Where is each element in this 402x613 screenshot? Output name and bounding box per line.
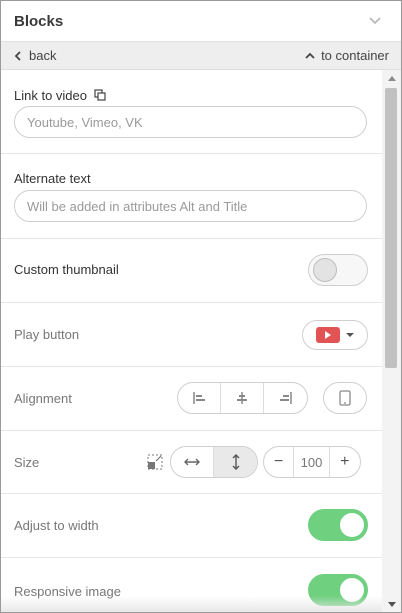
- panel-header[interactable]: Blocks: [1, 1, 401, 41]
- fit-height-icon: [232, 454, 239, 470]
- align-left-icon: [193, 392, 205, 404]
- scrollbar-thumb[interactable]: [385, 88, 397, 368]
- scroll-down-arrow-icon[interactable]: [388, 602, 396, 607]
- alt-text-input[interactable]: [14, 190, 367, 222]
- adjust-to-width-section: Adjust to width: [1, 494, 382, 558]
- size-section: Size − 100 +: [1, 431, 382, 494]
- custom-thumbnail-toggle[interactable]: [308, 254, 368, 286]
- align-right-button[interactable]: [264, 383, 307, 413]
- to-container-label: to container: [321, 48, 389, 63]
- fit-width-button[interactable]: [171, 447, 214, 477]
- custom-thumbnail-section: Custom thumbnail: [1, 239, 382, 303]
- video-link-section: Link to video: [1, 70, 382, 154]
- mobile-toggle-button[interactable]: [323, 382, 367, 414]
- alt-text-label: Alternate text: [14, 171, 91, 186]
- alignment-buttons: [177, 382, 308, 414]
- size-value-text: 100: [300, 454, 323, 470]
- fit-height-button[interactable]: [214, 447, 257, 477]
- back-button[interactable]: back: [13, 48, 56, 63]
- play-button-label: Play button: [14, 327, 80, 342]
- alignment-section: Alignment: [1, 367, 382, 431]
- scroll-up-arrow-icon[interactable]: [388, 76, 396, 81]
- video-link-input[interactable]: [14, 106, 367, 138]
- alignment-label: Alignment: [14, 391, 72, 406]
- chevron-left-icon: [14, 50, 21, 61]
- align-center-button[interactable]: [221, 383, 265, 413]
- plus-icon: +: [340, 453, 350, 470]
- blocks-panel: Blocks back to container Link to video Y…: [0, 0, 402, 613]
- mobile-icon: [339, 390, 351, 406]
- fit-width-icon: [184, 458, 200, 466]
- reset-size-icon[interactable]: [147, 454, 163, 470]
- video-link-label: Link to video: [14, 88, 106, 103]
- adjust-to-width-label: Adjust to width: [14, 518, 99, 533]
- settings-content: Link to video Alternate text Custom thum…: [1, 70, 382, 612]
- vertical-scrollbar[interactable]: [382, 70, 401, 612]
- size-mode-buttons: [170, 446, 258, 478]
- chevron-down-icon[interactable]: [369, 14, 381, 26]
- toggle-knob: [313, 258, 337, 282]
- caret-down-icon: [346, 333, 354, 337]
- size-label: Size: [14, 455, 40, 470]
- play-button-select[interactable]: [302, 320, 368, 350]
- back-label: back: [29, 48, 57, 63]
- alt-text-section: Alternate text: [1, 154, 382, 239]
- scroll-fade: [1, 596, 382, 612]
- align-right-icon: [279, 392, 292, 404]
- custom-thumbnail-label: Custom thumbnail: [14, 262, 119, 277]
- minus-icon: −: [274, 453, 284, 470]
- align-center-icon: [237, 392, 247, 404]
- toggle-knob: [340, 513, 364, 537]
- panel-title: Blocks: [14, 12, 64, 30]
- size-decrement-button[interactable]: −: [264, 447, 295, 477]
- size-stepper: − 100 +: [263, 446, 361, 478]
- to-container-button[interactable]: to container: [305, 48, 389, 63]
- size-value[interactable]: 100: [294, 447, 330, 477]
- chevron-up-icon: [305, 52, 315, 59]
- copy-icon[interactable]: [94, 89, 106, 101]
- play-button-section: Play button: [1, 303, 382, 367]
- adjust-to-width-toggle[interactable]: [308, 509, 368, 541]
- navigation-bar: back to container: [1, 41, 401, 70]
- align-left-button[interactable]: [178, 383, 221, 413]
- size-increment-button[interactable]: +: [330, 447, 360, 477]
- youtube-play-icon: [316, 327, 340, 343]
